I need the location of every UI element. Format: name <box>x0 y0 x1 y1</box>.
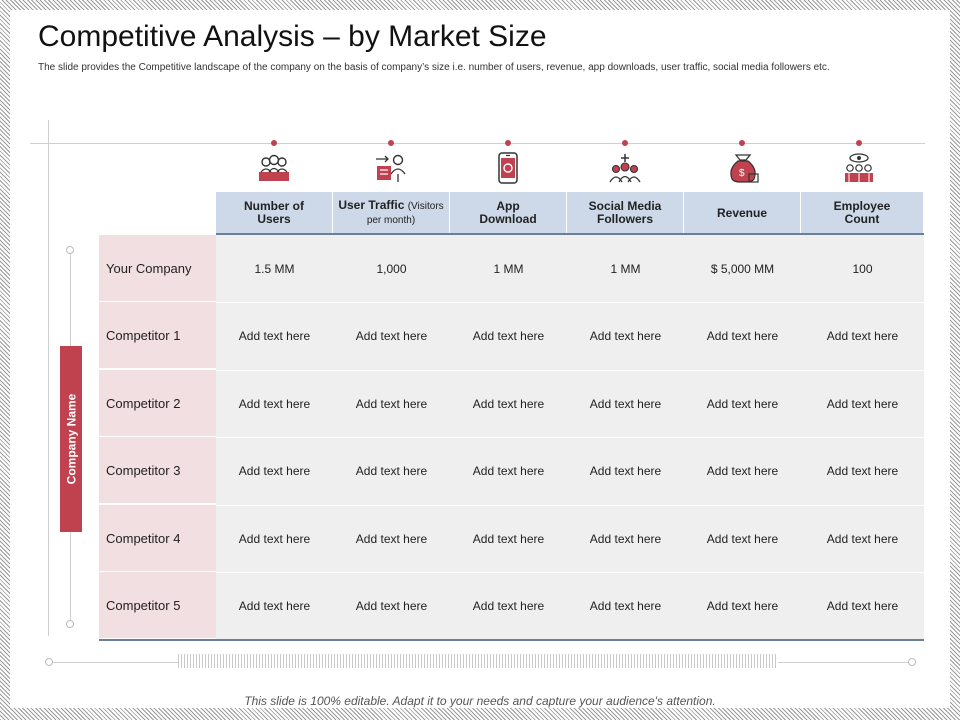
table-cell[interactable]: Add text here <box>684 437 801 504</box>
row-label: Competitor 4 <box>99 505 216 572</box>
side-guide-dot-bottom <box>66 620 74 628</box>
column-header-revenue: Revenue <box>684 192 801 234</box>
table-cell[interactable]: Add text here <box>216 302 333 369</box>
column-header-label: App Download <box>479 199 537 226</box>
table-cell[interactable]: Add text here <box>333 370 450 437</box>
column-header-app: App Download <box>450 192 567 234</box>
table-cell[interactable]: Add text here <box>567 437 684 504</box>
table-bottom-line <box>99 639 924 641</box>
icon-column-users <box>216 140 333 196</box>
mobile-app-icon <box>498 152 518 184</box>
icon-column-revenue: $ <box>684 140 801 196</box>
page-title: Competitive Analysis – by Market Size <box>38 20 547 53</box>
table-cell[interactable]: Add text here <box>684 505 801 572</box>
icon-marker-dot <box>739 140 745 146</box>
table-cell[interactable]: Add text here <box>450 505 567 572</box>
icon-marker-dot <box>271 140 277 146</box>
table-cell[interactable]: Add text here <box>216 505 333 572</box>
table-cell[interactable]: Add text here <box>450 437 567 504</box>
table-cell[interactable]: Add text here <box>216 572 333 639</box>
column-header-label: User Traffic <box>338 198 405 212</box>
svg-text:$: $ <box>739 168 745 179</box>
user-traffic-icon <box>376 154 406 182</box>
table-cell[interactable]: Add text here <box>801 437 924 504</box>
table-cell[interactable]: Add text here <box>801 302 924 369</box>
table-cell[interactable]: Add text here <box>450 370 567 437</box>
table-cell[interactable]: 1.5 MM <box>216 235 333 302</box>
table-cell[interactable]: Add text here <box>333 437 450 504</box>
table-cell[interactable]: Add text here <box>333 505 450 572</box>
table-cell[interactable]: Add text here <box>567 505 684 572</box>
column-header-traffic: User Traffic (Visitors per month) <box>333 192 450 234</box>
row-label: Competitor 1 <box>99 302 216 369</box>
column-header-label: Number of Users <box>244 199 304 226</box>
social-network-icon <box>609 154 641 183</box>
table-cell[interactable]: Add text here <box>567 572 684 639</box>
row-label: Competitor 3 <box>99 437 216 504</box>
team-icon <box>845 153 873 182</box>
table-cell[interactable]: Add text here <box>684 572 801 639</box>
table-cell[interactable]: Add text here <box>801 505 924 572</box>
table-cell[interactable]: 100 <box>801 235 924 302</box>
icon-column-employees <box>801 140 918 196</box>
icon-marker-dot <box>505 140 511 146</box>
table-cell[interactable]: Add text here <box>450 572 567 639</box>
company-name-label: Company Name <box>60 346 82 532</box>
bottom-guide-dot-right <box>908 658 916 666</box>
decorative-band <box>178 654 778 668</box>
guide-line-left <box>48 120 49 636</box>
table-cell[interactable]: 1 MM <box>567 235 684 302</box>
table-cell[interactable]: Add text here <box>216 437 333 504</box>
table-cell[interactable]: Add text here <box>684 302 801 369</box>
icon-marker-dot <box>388 140 394 146</box>
page-subtitle: The slide provides the Competitive lands… <box>38 62 830 73</box>
column-header-social: Social Media Followers <box>567 192 684 234</box>
table-cell[interactable]: $ 5,000 MM <box>684 235 801 302</box>
table-cell[interactable]: Add text here <box>567 302 684 369</box>
table-cell[interactable]: Add text here <box>567 370 684 437</box>
column-header-label: Employee Count <box>833 199 891 226</box>
bottom-guide-dot-left <box>45 658 53 666</box>
icon-marker-dot <box>622 140 628 146</box>
slide: Competitive Analysis – by Market Size Th… <box>10 10 950 708</box>
row-label: Competitor 5 <box>99 572 216 639</box>
table-cell[interactable]: 1,000 <box>333 235 450 302</box>
column-header-label: Revenue <box>716 205 768 220</box>
table-cell[interactable]: Add text here <box>450 302 567 369</box>
icon-column-social <box>567 140 684 196</box>
row-label: Competitor 2 <box>99 370 216 437</box>
row-label: Your Company <box>99 235 216 302</box>
footer-note: This slide is 100% editable. Adapt it to… <box>244 694 716 708</box>
icon-marker-dot <box>856 140 862 146</box>
money-bag-icon: $ <box>730 154 759 183</box>
column-header-users: Number of Users <box>216 192 333 234</box>
table-cell[interactable]: Add text here <box>801 572 924 639</box>
table-cell[interactable]: 1 MM <box>450 235 567 302</box>
column-header-label: Social Media Followers <box>588 199 662 226</box>
company-name-label-text: Company Name <box>64 393 79 485</box>
table-cell[interactable]: Add text here <box>333 302 450 369</box>
table-cell[interactable]: Add text here <box>684 370 801 437</box>
table-cell[interactable]: Add text here <box>216 370 333 437</box>
table-cell[interactable]: Add text here <box>333 572 450 639</box>
table-cell[interactable]: Add text here <box>801 370 924 437</box>
side-guide-dot-top <box>66 246 74 254</box>
icon-column-traffic <box>333 140 450 196</box>
column-header-employees: Employee Count <box>801 192 924 234</box>
icon-column-app <box>450 140 567 196</box>
users-group-icon <box>259 154 289 181</box>
